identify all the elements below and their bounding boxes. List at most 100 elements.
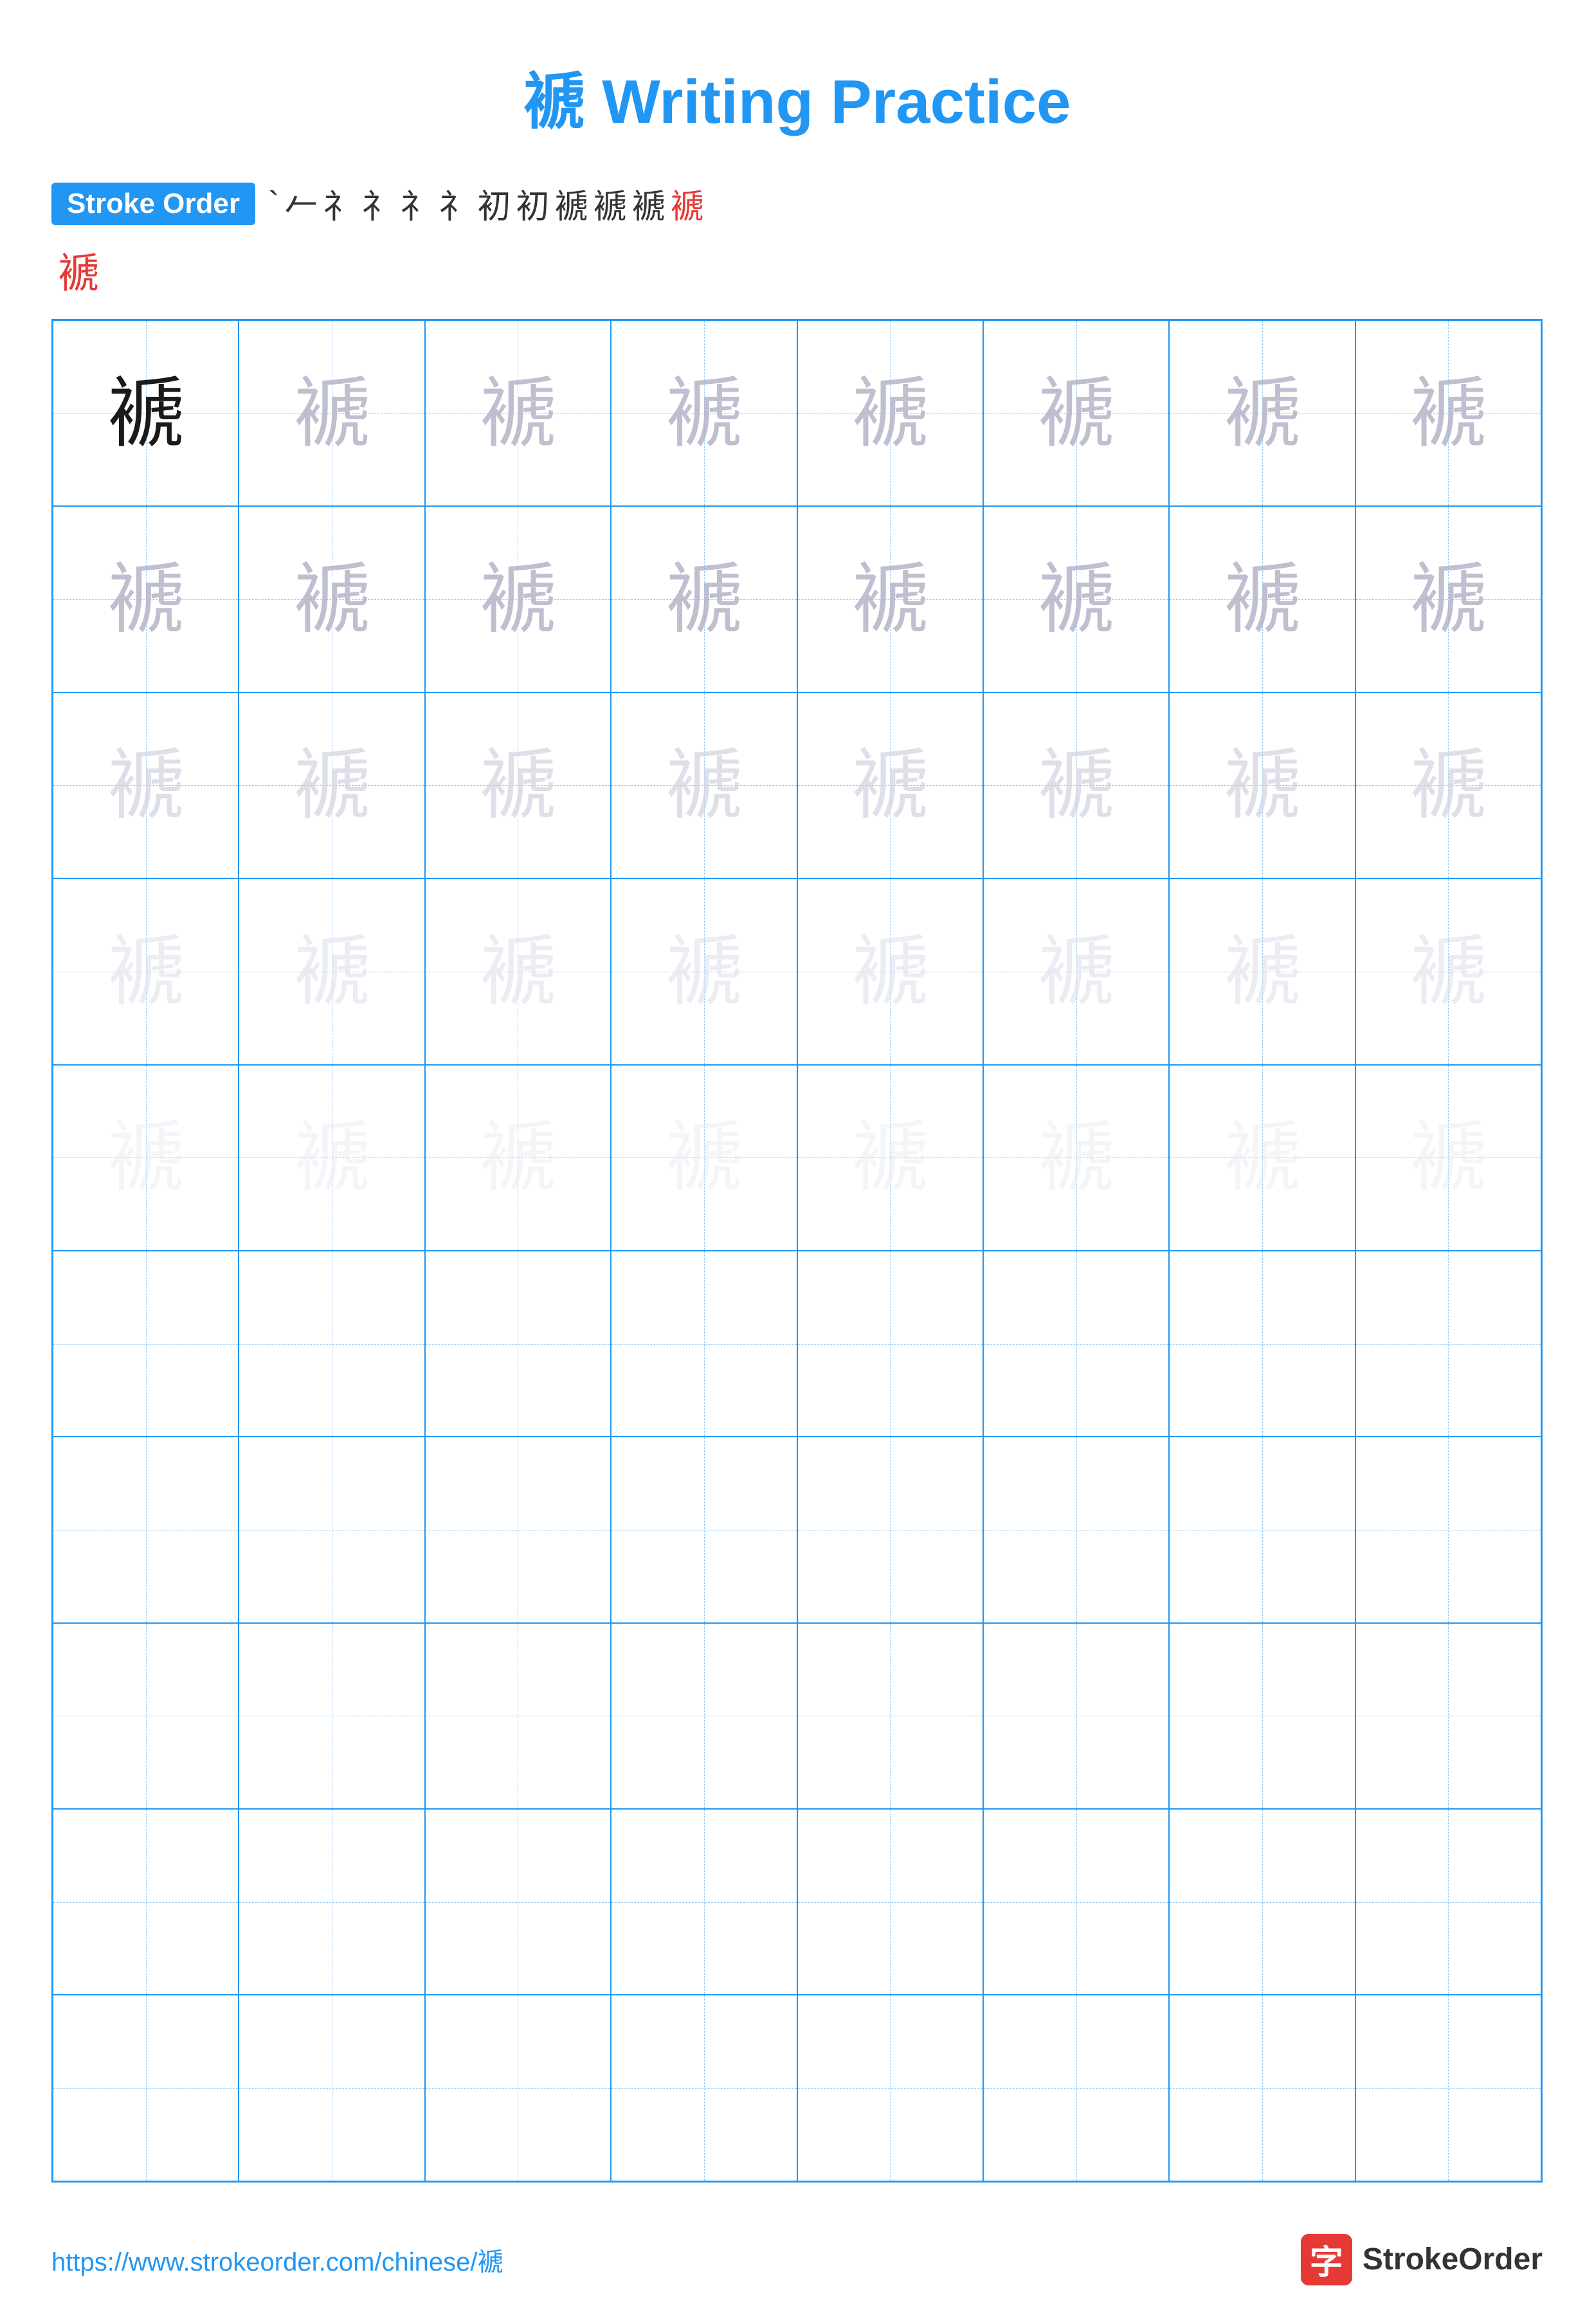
grid-cell[interactable] (1169, 1809, 1355, 1995)
grid-cell[interactable]: 褫 (425, 320, 611, 506)
grid-cell[interactable] (611, 1809, 797, 1995)
grid-cell[interactable]: 褫 (53, 693, 239, 878)
grid-cell[interactable]: 褫 (239, 878, 424, 1064)
grid-cell[interactable] (425, 1437, 611, 1622)
grid-row (53, 1995, 1541, 2181)
grid-cell[interactable] (797, 1251, 983, 1437)
grid-cell[interactable] (1355, 1995, 1541, 2181)
grid-cell[interactable] (611, 1437, 797, 1622)
grid-cell[interactable]: 褫 (239, 1065, 424, 1251)
grid-cell[interactable] (983, 1623, 1169, 1809)
grid-cell[interactable]: 褫 (425, 878, 611, 1064)
stroke-7: 初 (477, 179, 511, 228)
page-title: 褫 Writing Practice (51, 51, 1543, 141)
grid-cell[interactable] (611, 1251, 797, 1437)
cell-character: 褫 (851, 933, 928, 1010)
grid-cell[interactable]: 褫 (983, 1065, 1169, 1251)
grid-cell[interactable]: 褫 (983, 506, 1169, 692)
grid-cell[interactable]: 褫 (1169, 1065, 1355, 1251)
grid-cell[interactable] (983, 1437, 1169, 1622)
grid-cell[interactable] (53, 1251, 239, 1437)
grid-cell[interactable] (797, 1995, 983, 2181)
grid-cell[interactable] (1169, 1623, 1355, 1809)
grid-cell[interactable] (425, 1995, 611, 2181)
cell-character: 褫 (107, 375, 185, 452)
grid-cell[interactable] (1355, 1623, 1541, 1809)
grid-cell[interactable]: 褫 (239, 506, 424, 692)
grid-cell[interactable] (983, 1809, 1169, 1995)
grid-cell[interactable]: 褫 (1169, 878, 1355, 1064)
grid-cell[interactable]: 褫 (1355, 1065, 1541, 1251)
grid-cell[interactable] (53, 1437, 239, 1622)
grid-row: 褫褫褫褫褫褫褫褫 (53, 1065, 1541, 1251)
cell-character: 褫 (1224, 561, 1301, 638)
grid-cell[interactable]: 褫 (797, 506, 983, 692)
grid-cell[interactable]: 褫 (53, 506, 239, 692)
grid-row: 褫褫褫褫褫褫褫褫 (53, 320, 1541, 506)
grid-cell[interactable] (611, 1995, 797, 2181)
grid-cell[interactable]: 褫 (239, 693, 424, 878)
grid-cell[interactable]: 褫 (425, 506, 611, 692)
cell-character: 褫 (666, 747, 743, 824)
grid-cell[interactable]: 褫 (1169, 320, 1355, 506)
grid-cell[interactable] (425, 1623, 611, 1809)
grid-cell[interactable]: 褫 (797, 1065, 983, 1251)
cell-character: 褫 (1409, 747, 1487, 824)
grid-cell[interactable] (983, 1251, 1169, 1437)
grid-cell[interactable]: 褫 (239, 320, 424, 506)
grid-cell[interactable] (239, 1995, 424, 2181)
grid-cell[interactable]: 褫 (425, 693, 611, 878)
grid-cell[interactable] (53, 1623, 239, 1809)
grid-cell[interactable]: 褫 (797, 693, 983, 878)
cell-character: 褫 (851, 1119, 928, 1196)
grid-cell[interactable] (239, 1809, 424, 1995)
grid-cell[interactable] (797, 1809, 983, 1995)
grid-cell[interactable]: 褫 (1355, 320, 1541, 506)
grid-cell[interactable]: 褫 (983, 320, 1169, 506)
grid-cell[interactable]: 褫 (53, 878, 239, 1064)
grid-cell[interactable]: 褫 (797, 320, 983, 506)
grid-cell[interactable] (425, 1251, 611, 1437)
cell-character: 褫 (107, 561, 185, 638)
grid-cell[interactable]: 褫 (53, 1065, 239, 1251)
grid-cell[interactable] (53, 1995, 239, 2181)
grid-cell[interactable]: 褫 (1355, 878, 1541, 1064)
grid-cell[interactable]: 褫 (983, 878, 1169, 1064)
cell-character: 褫 (1409, 561, 1487, 638)
footer-brand: 字 StrokeOrder (1301, 2234, 1543, 2285)
grid-cell[interactable] (1355, 1809, 1541, 1995)
grid-cell[interactable]: 褫 (797, 878, 983, 1064)
grid-cell[interactable]: 褫 (1169, 693, 1355, 878)
grid-cell[interactable]: 褫 (53, 320, 239, 506)
grid-cell[interactable]: 褫 (611, 506, 797, 692)
grid-row: 褫褫褫褫褫褫褫褫 (53, 506, 1541, 692)
grid-cell[interactable] (53, 1809, 239, 1995)
grid-cell[interactable]: 褫 (611, 1065, 797, 1251)
grid-cell[interactable]: 褫 (983, 693, 1169, 878)
grid-cell[interactable] (797, 1437, 983, 1622)
footer-url[interactable]: https://www.strokeorder.com/chinese/褫 (51, 2241, 503, 2278)
grid-cell[interactable] (239, 1251, 424, 1437)
grid-cell[interactable]: 褫 (1169, 506, 1355, 692)
grid-cell[interactable] (983, 1995, 1169, 2181)
grid-cell[interactable] (797, 1623, 983, 1809)
grid-cell[interactable] (611, 1623, 797, 1809)
grid-cell[interactable]: 褫 (425, 1065, 611, 1251)
grid-cell[interactable]: 褫 (611, 878, 797, 1064)
grid-cell[interactable]: 褫 (611, 320, 797, 506)
grid-cell[interactable]: 褫 (1355, 693, 1541, 878)
stroke-6: 礻 (439, 179, 472, 228)
grid-cell[interactable]: 褫 (611, 693, 797, 878)
cell-character: 褫 (479, 561, 556, 638)
stroke-5: 礻 (400, 179, 433, 228)
grid-cell[interactable] (239, 1437, 424, 1622)
grid-cell[interactable] (239, 1623, 424, 1809)
cell-character: 褫 (851, 375, 928, 452)
grid-cell[interactable] (1169, 1995, 1355, 2181)
grid-cell[interactable]: 褫 (1355, 506, 1541, 692)
grid-cell[interactable] (1169, 1251, 1355, 1437)
grid-cell[interactable] (1355, 1251, 1541, 1437)
grid-cell[interactable] (1355, 1437, 1541, 1622)
grid-cell[interactable] (425, 1809, 611, 1995)
grid-cell[interactable] (1169, 1437, 1355, 1622)
